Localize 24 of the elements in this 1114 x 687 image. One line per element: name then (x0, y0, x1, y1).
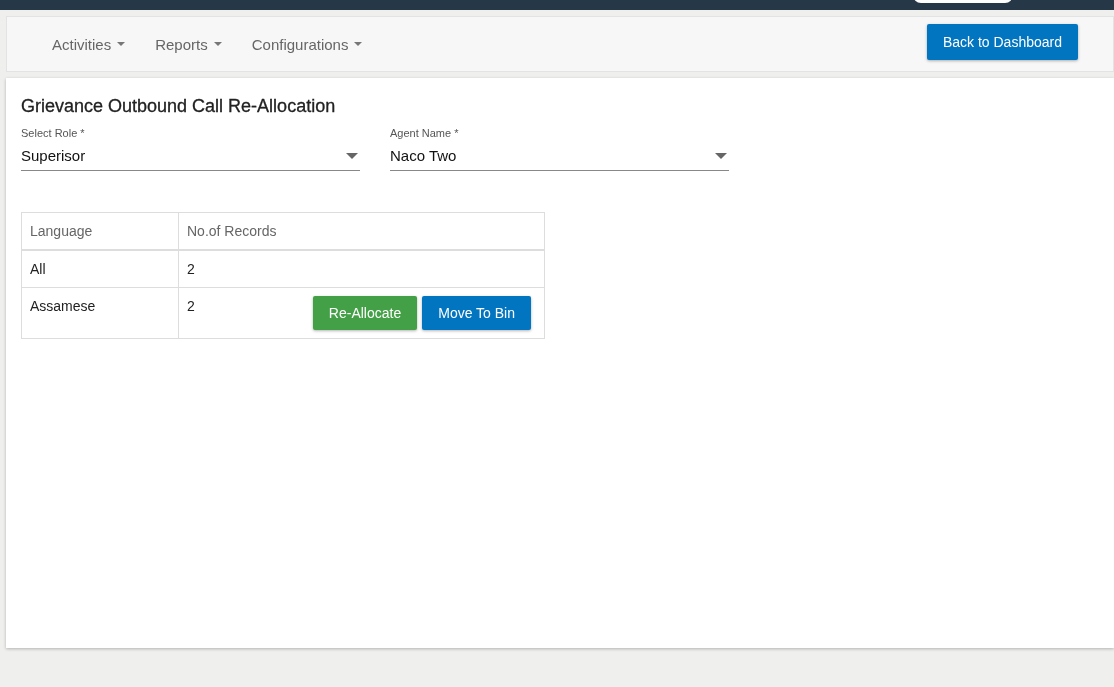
select-field[interactable]: Select Role * Superisor (21, 127, 360, 171)
page-title: Grievance Outbound Call Re-Allocation (21, 96, 337, 117)
dropdown-caret-icon (346, 152, 358, 159)
table-cell-text: 2 (187, 298, 195, 316)
field-value: Naco Two (390, 147, 457, 164)
dropdown-caret-icon (715, 152, 727, 159)
select-field[interactable]: Agent Name * Naco Two (390, 127, 729, 171)
table-cell: All (21, 250, 179, 288)
field-value: Superisor (21, 147, 86, 164)
table-cell: 2 (187, 261, 195, 277)
field-label: Agent Name * (390, 127, 460, 139)
nav-menu[interactable]: Activities (37, 27, 141, 61)
caret-icon (117, 42, 126, 46)
field-label: Select Role * (21, 127, 86, 139)
column-header: Language (21, 212, 179, 250)
table-cell: Assamese (21, 287, 179, 339)
action-button[interactable]: Re-Allocate (312, 296, 418, 330)
caret-icon (354, 42, 363, 46)
back-to-dashboard-button[interactable]: Back to Dashboard (926, 24, 1078, 60)
action-button[interactable]: Move To Bin (422, 296, 531, 330)
caret-icon (213, 42, 222, 46)
nav-menu[interactable]: Configurations (236, 27, 378, 61)
nav-menu[interactable]: Reports (140, 27, 237, 61)
column-header: No.of Records (178, 212, 545, 250)
